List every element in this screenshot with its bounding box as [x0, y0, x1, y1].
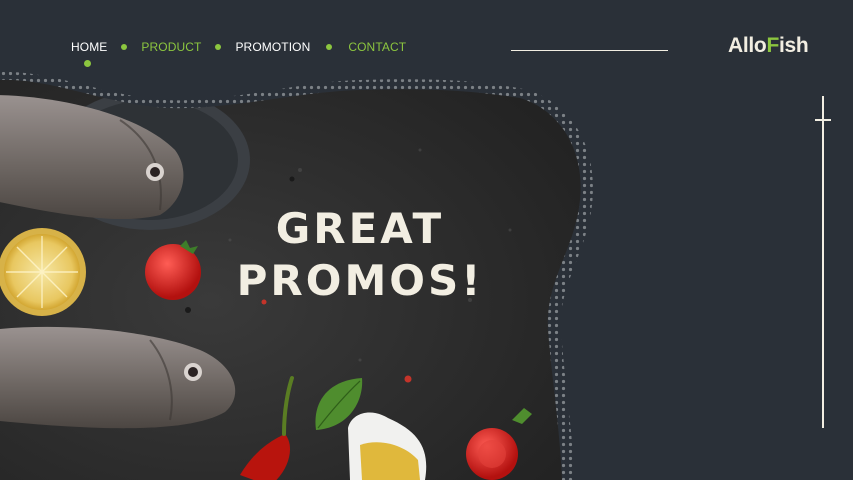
scroll-indicator-tick: [815, 119, 831, 121]
hero-headline: GREAT PROMOS!: [225, 208, 495, 302]
active-nav-indicator: [84, 60, 91, 67]
nav-promotion[interactable]: PROMOTION: [235, 40, 310, 54]
nav-separator-dot: [326, 44, 333, 50]
header-divider: [511, 50, 668, 51]
logo-accent-letter: F: [766, 34, 779, 57]
nav-product[interactable]: PRODUCT: [141, 40, 201, 54]
nav-home[interactable]: HOME: [71, 40, 107, 54]
nav-separator-dot: [121, 44, 128, 50]
promo-page: HOME PRODUCT PROMOTION CONTACT AlloFish …: [0, 0, 853, 480]
brand-logo[interactable]: AlloFish: [728, 34, 809, 58]
logo-text-part1: Allo: [728, 34, 767, 57]
main-nav: HOME PRODUCT PROMOTION CONTACT: [71, 40, 406, 54]
scroll-indicator-icon[interactable]: [822, 96, 824, 428]
nav-separator-dot: [215, 44, 222, 50]
headline-line-2: PROMOS!: [236, 256, 484, 305]
logo-text-part2: ish: [779, 34, 809, 57]
headline-line-1: GREAT: [275, 204, 445, 253]
nav-contact[interactable]: CONTACT: [348, 40, 406, 54]
